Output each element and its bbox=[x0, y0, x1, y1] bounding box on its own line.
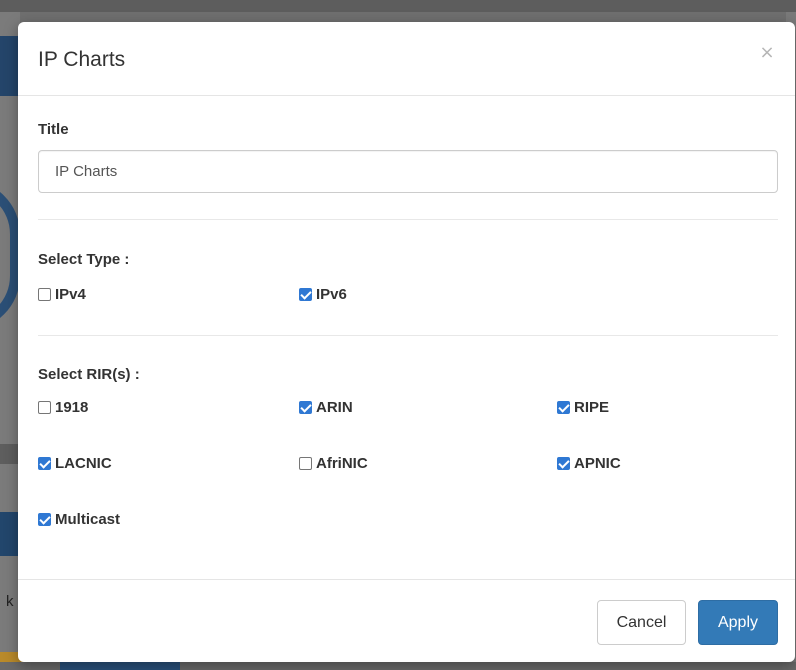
checkbox-label: IPv6 bbox=[316, 286, 347, 303]
checkbox-label: RIPE bbox=[574, 399, 610, 416]
checkbox-checked-icon[interactable] bbox=[557, 457, 570, 470]
cancel-button[interactable]: Cancel bbox=[597, 600, 686, 645]
checkbox-unchecked-icon[interactable] bbox=[38, 288, 51, 301]
checkbox-checked-icon[interactable] bbox=[38, 457, 51, 470]
checkbox-label: AfriNIC bbox=[316, 455, 368, 472]
checkbox-label: LACNIC bbox=[55, 455, 112, 472]
background-row-band bbox=[0, 444, 20, 464]
background-header-band bbox=[0, 36, 20, 96]
modal-header: IP Charts × bbox=[18, 22, 795, 96]
background-bottom-blue bbox=[60, 662, 180, 670]
checkbox-ripe[interactable]: RIPE bbox=[557, 399, 609, 416]
checkbox-1918[interactable]: 1918 bbox=[38, 399, 88, 416]
select-rir-label: Select RIR(s) : bbox=[38, 366, 140, 383]
checkbox-arin[interactable]: ARIN bbox=[299, 399, 353, 416]
checkbox-checked-icon[interactable] bbox=[299, 401, 312, 414]
ip-charts-modal: IP Charts × Title Select Type : IPv4 IPv… bbox=[18, 22, 795, 662]
checkbox-checked-icon[interactable] bbox=[38, 513, 51, 526]
modal-title: IP Charts bbox=[38, 48, 126, 71]
checkbox-label: Multicast bbox=[55, 511, 121, 528]
checkbox-ipv6[interactable]: IPv6 bbox=[299, 286, 347, 303]
title-label: Title bbox=[38, 121, 69, 138]
title-input[interactable] bbox=[38, 150, 778, 193]
checkbox-afrinic[interactable]: AfriNIC bbox=[299, 455, 368, 472]
checkbox-lacnic[interactable]: LACNIC bbox=[38, 455, 112, 472]
modal-footer: Cancel Apply bbox=[18, 579, 795, 662]
checkbox-unchecked-icon[interactable] bbox=[299, 457, 312, 470]
checkbox-apnic[interactable]: APNIC bbox=[557, 455, 621, 472]
background-blue-band bbox=[0, 512, 20, 556]
close-icon[interactable]: × bbox=[757, 42, 777, 64]
divider bbox=[38, 335, 778, 336]
checkbox-checked-icon[interactable] bbox=[557, 401, 570, 414]
background-partial-text: k bbox=[6, 593, 14, 610]
checkbox-label: 1918 bbox=[55, 399, 89, 416]
checkbox-checked-icon[interactable] bbox=[299, 288, 312, 301]
checkbox-label: APNIC bbox=[574, 455, 621, 472]
apply-button[interactable]: Apply bbox=[698, 600, 778, 645]
checkbox-multicast[interactable]: Multicast bbox=[38, 511, 120, 528]
checkbox-unchecked-icon[interactable] bbox=[38, 401, 51, 414]
checkbox-ipv4[interactable]: IPv4 bbox=[38, 286, 86, 303]
checkbox-label: ARIN bbox=[316, 399, 353, 416]
select-type-label: Select Type : bbox=[38, 251, 130, 268]
divider bbox=[38, 219, 778, 220]
background-left-panel bbox=[0, 12, 20, 670]
background-topbar bbox=[0, 0, 796, 12]
checkbox-label: IPv4 bbox=[55, 286, 86, 303]
